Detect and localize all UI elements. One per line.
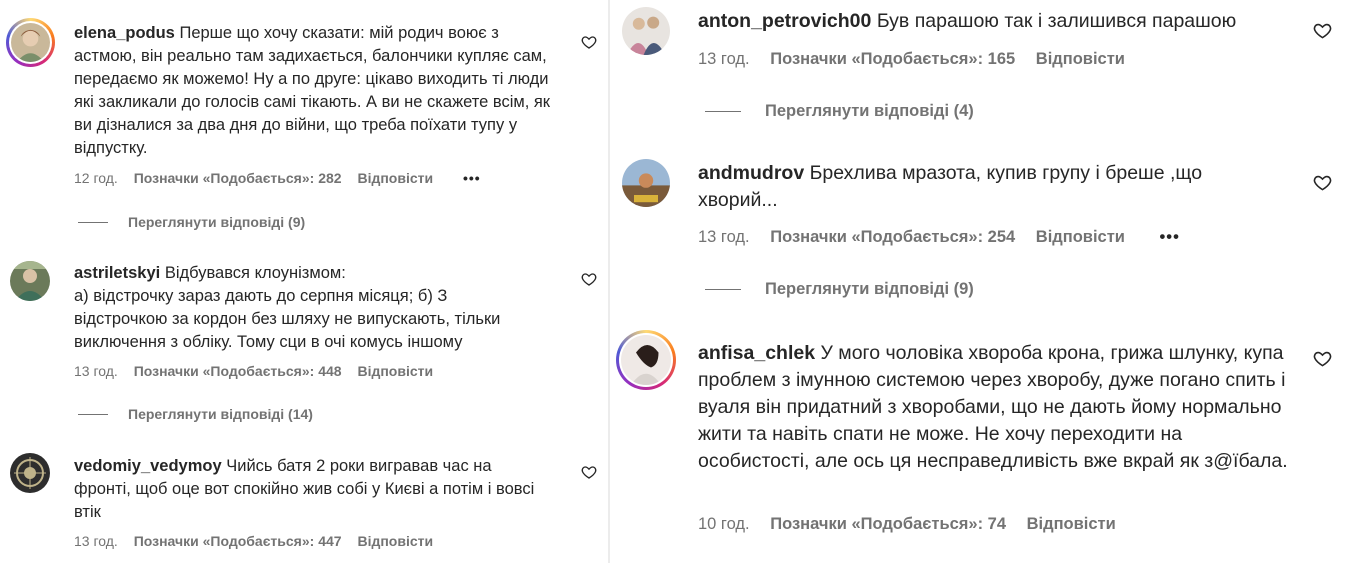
- reply-button[interactable]: Відповісти: [357, 533, 433, 549]
- username[interactable]: anfisa_chlek: [698, 342, 815, 364]
- comment-meta: 13 год. Позначки «Подобається»: 165 Відп…: [698, 50, 1141, 69]
- heart-icon[interactable]: [1313, 349, 1332, 368]
- comment-body: Був парашою так і залишився парашою: [876, 10, 1237, 32]
- timestamp[interactable]: 13 год.: [698, 228, 750, 246]
- view-replies-label: Переглянути відповіді (9): [765, 280, 974, 298]
- username[interactable]: andmudrov: [698, 162, 804, 184]
- comment-text: astriletskyi Відбувався клоунізмом: а) в…: [74, 262, 544, 354]
- likes-count[interactable]: Позначки «Подобається»: 74: [770, 515, 1006, 533]
- avatar[interactable]: [622, 159, 670, 207]
- heart-icon[interactable]: [581, 34, 597, 50]
- avatar[interactable]: [616, 330, 676, 390]
- comment-body: Перше що хочу сказати: мій родич воює з …: [74, 24, 551, 157]
- avatar[interactable]: [10, 261, 50, 301]
- username[interactable]: astriletskyi: [74, 264, 160, 282]
- timestamp[interactable]: 13 год.: [74, 363, 118, 379]
- comments-panel-left: elena_podus Перше що хочу сказати: мій р…: [0, 0, 608, 563]
- divider: [705, 289, 741, 290]
- avatar[interactable]: [6, 18, 55, 67]
- likes-count[interactable]: Позначки «Подобається»: 448: [134, 363, 342, 379]
- comment: anton_petrovich00 Був парашою так і зали…: [610, 0, 1349, 140]
- divider: [78, 413, 108, 415]
- view-replies-label: Переглянути відповіді (9): [128, 214, 306, 230]
- view-replies-label: Переглянути відповіді (14): [128, 406, 313, 422]
- comment-body-continued: а) відстрочку зараз дають до серпня міся…: [74, 287, 501, 351]
- heart-icon[interactable]: [1313, 173, 1332, 192]
- likes-count[interactable]: Позначки «Подобається»: 447: [134, 533, 342, 549]
- comment-text: elena_podus Перше що хочу сказати: мій р…: [74, 22, 564, 160]
- comment-text: andmudrov Брехлива мразота, купив групу …: [698, 160, 1258, 214]
- comment: anfisa_chlek У мого чоловіка хвороба кро…: [610, 330, 1349, 563]
- comment-meta: 13 год. Позначки «Подобається»: 448 Відп…: [74, 363, 445, 379]
- view-replies-button[interactable]: Переглянути відповіді (9): [705, 280, 974, 299]
- comment-meta: 13 год. Позначки «Подобається»: 447 Відп…: [74, 533, 445, 549]
- avatar[interactable]: [10, 453, 50, 493]
- username[interactable]: vedomiy_vedymoy: [74, 457, 222, 475]
- comment-text: vedomiy_vedymoy Чийсь батя 2 роки виграв…: [74, 455, 544, 524]
- username[interactable]: elena_podus: [74, 24, 175, 42]
- view-replies-button[interactable]: Переглянути відповіді (14): [78, 406, 313, 422]
- comments-panel-right: anton_petrovich00 Був парашою так і зали…: [610, 0, 1349, 563]
- comment: astriletskyi Відбувався клоунізмом: а) в…: [0, 250, 608, 440]
- reply-button[interactable]: Відповісти: [1027, 515, 1116, 533]
- timestamp[interactable]: 10 год.: [698, 515, 750, 533]
- reply-button[interactable]: Відповісти: [1036, 228, 1125, 246]
- view-replies-button[interactable]: Переглянути відповіді (4): [705, 102, 974, 121]
- likes-count[interactable]: Позначки «Подобається»: 282: [134, 170, 342, 186]
- comment: andmudrov Брехлива мразота, купив групу …: [610, 150, 1349, 310]
- timestamp[interactable]: 13 год.: [698, 50, 750, 68]
- more-options-icon[interactable]: •••: [1160, 228, 1180, 246]
- timestamp[interactable]: 13 год.: [74, 533, 118, 549]
- view-replies-label: Переглянути відповіді (4): [765, 102, 974, 120]
- reply-button[interactable]: Відповісти: [357, 170, 433, 186]
- comment-text: anfisa_chlek У мого чоловіка хвороба кро…: [698, 340, 1288, 475]
- comment: vedomiy_vedymoy Чийсь батя 2 роки виграв…: [0, 443, 608, 563]
- more-options-icon[interactable]: •••: [463, 170, 481, 186]
- comment-body: Відбувався клоунізмом:: [164, 264, 346, 282]
- likes-count[interactable]: Позначки «Подобається»: 254: [770, 228, 1015, 246]
- divider: [705, 111, 741, 112]
- view-replies-button[interactable]: Переглянути відповіді (9): [78, 214, 305, 230]
- reply-button[interactable]: Відповісти: [1036, 50, 1125, 68]
- comment: elena_podus Перше що хочу сказати: мій р…: [0, 0, 608, 240]
- comment-meta: 10 год. Позначки «Подобається»: 74 Відпо…: [698, 515, 1132, 534]
- comment-meta: 13 год. Позначки «Подобається»: 254 Відп…: [698, 228, 1196, 247]
- username[interactable]: anton_petrovich00: [698, 10, 871, 32]
- comment-text: anton_petrovich00 Був парашою так і зали…: [698, 8, 1298, 35]
- comment-meta: 12 год. Позначки «Подобається»: 282 Відп…: [74, 170, 493, 186]
- heart-icon[interactable]: [581, 271, 597, 287]
- divider: [78, 221, 108, 223]
- heart-icon[interactable]: [1313, 21, 1332, 40]
- timestamp[interactable]: 12 год.: [74, 170, 118, 186]
- avatar[interactable]: [622, 7, 670, 55]
- heart-icon[interactable]: [581, 464, 597, 480]
- reply-button[interactable]: Відповісти: [357, 363, 433, 379]
- likes-count[interactable]: Позначки «Подобається»: 165: [770, 50, 1015, 68]
